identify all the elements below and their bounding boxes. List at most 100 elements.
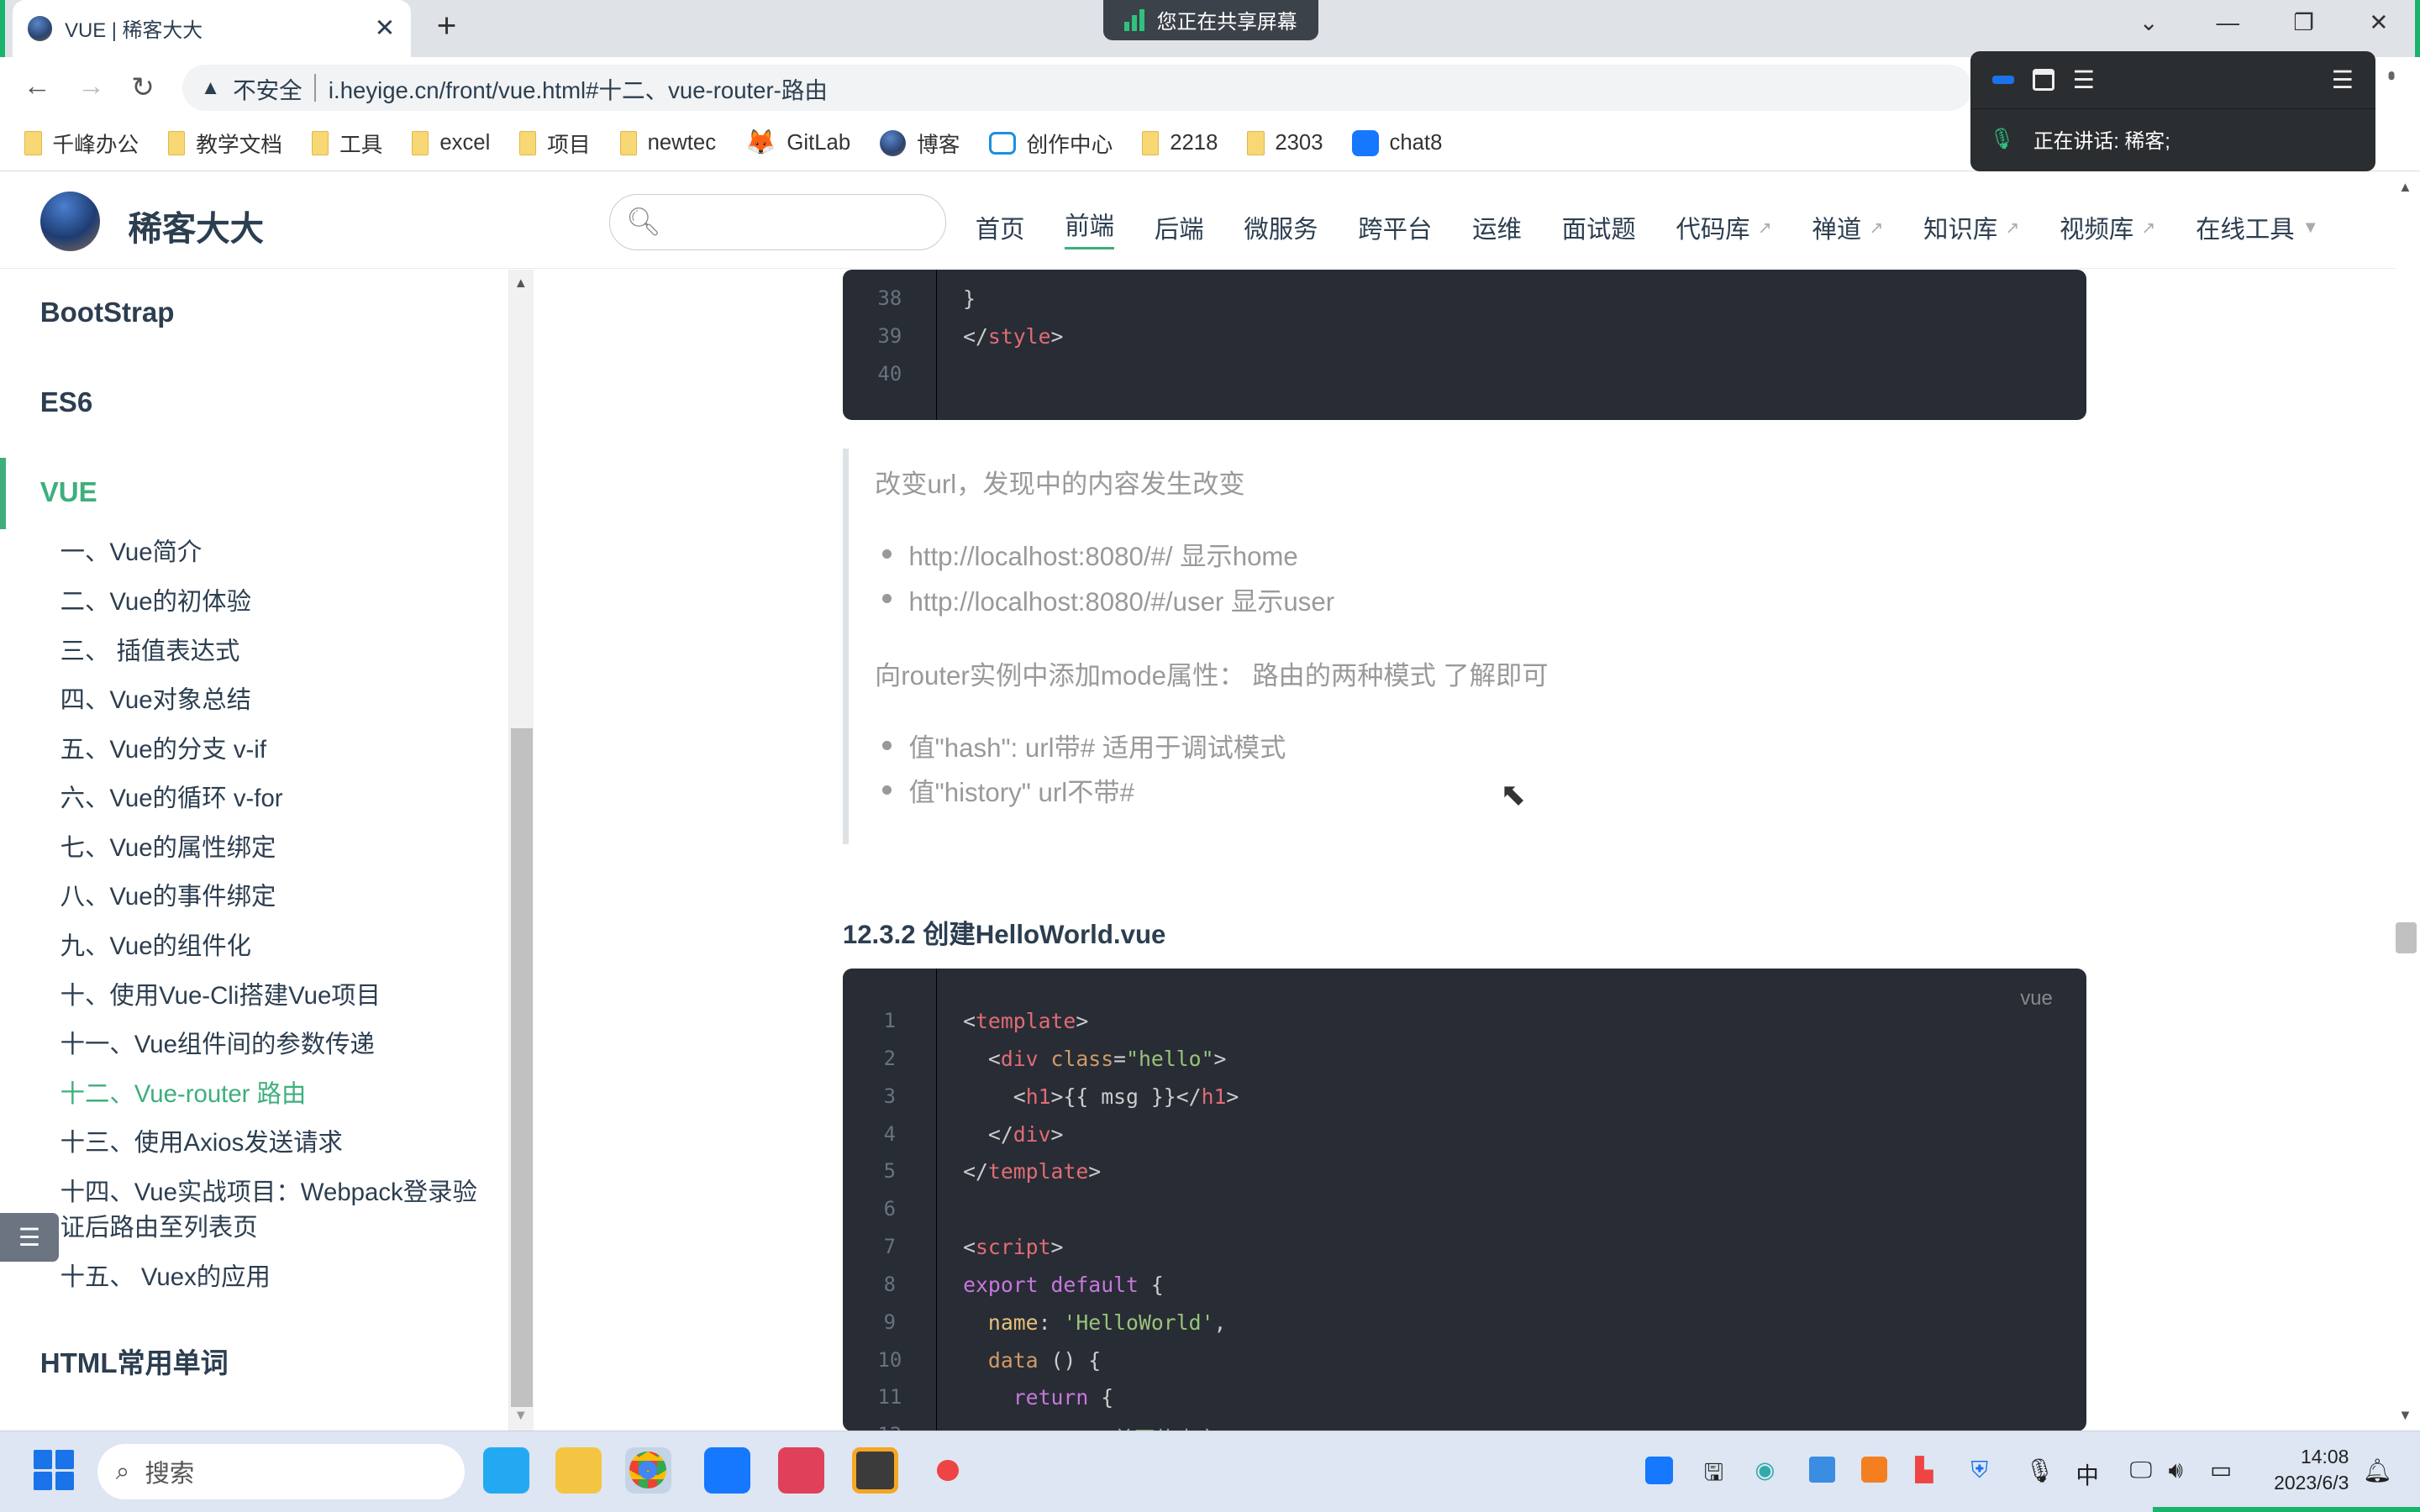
- close-window-icon[interactable]: ✕: [2369, 9, 2388, 36]
- security-label[interactable]: 不安全: [233, 71, 302, 105]
- scroll-down-icon[interactable]: ▼: [514, 1407, 528, 1424]
- scroll-up-icon[interactable]: ▲: [514, 275, 528, 291]
- nav-link[interactable]: 运维: [1472, 207, 1522, 249]
- page-scroll-thumb[interactable]: [2395, 922, 2417, 954]
- network-icon[interactable]: 🖵: [2130, 1457, 2153, 1484]
- lanxin-icon[interactable]: [703, 1446, 750, 1494]
- nav-link[interactable]: 在线工具 ▼: [2196, 207, 2319, 249]
- sidebar-item[interactable]: 十三、使用Axios发送请求: [60, 1126, 485, 1161]
- nav-link[interactable]: 知识库 ↗: [1923, 207, 2019, 249]
- taskbar-search[interactable]: ⌕ 搜索: [97, 1444, 465, 1500]
- volume-icon[interactable]: 🔊︎: [2169, 1457, 2183, 1484]
- sidebar-item[interactable]: 七、Vue的属性绑定: [60, 831, 485, 866]
- bookmark-item[interactable]: 教学文档: [168, 128, 282, 159]
- bookmark-item[interactable]: 千峰办公: [24, 128, 139, 159]
- recorder-icon[interactable]: [936, 1459, 959, 1482]
- sidebar-item[interactable]: 四、Vue对象总结: [60, 683, 485, 718]
- sidebar-group[interactable]: HTML常用单词: [40, 1341, 229, 1381]
- lanxin-tray-icon[interactable]: [1644, 1456, 1673, 1484]
- sidebar-item[interactable]: 二、Vue的初体验: [60, 585, 485, 620]
- line-number: 40: [877, 361, 902, 386]
- sidebar-item[interactable]: 十二、Vue-router 路由: [60, 1077, 485, 1112]
- file-explorer-icon[interactable]: [555, 1446, 602, 1494]
- windows-start-icon[interactable]: [34, 1450, 75, 1491]
- sidebar-item[interactable]: 三、 插值表达式: [60, 634, 485, 669]
- nav-link[interactable]: 前端: [1065, 207, 1115, 249]
- list-icon[interactable]: ☰: [2073, 66, 2095, 95]
- browser-tab[interactable]: VUE | 稀客大大 ✕: [12, 0, 411, 57]
- forward-icon[interactable]: →: [77, 71, 105, 102]
- sidebar-item[interactable]: 六、Vue的循环 v-for: [60, 781, 485, 816]
- site-name[interactable]: 稀客大大: [128, 201, 264, 250]
- bookmark-item[interactable]: 工具: [311, 128, 382, 159]
- sidebar-scroll-thumb[interactable]: [510, 727, 533, 1408]
- nav-link[interactable]: 禅道 ↗: [1812, 207, 1884, 249]
- sidebar-item[interactable]: 一、Vue简介: [60, 535, 485, 570]
- tray-app-icon[interactable]: ◉: [1754, 1457, 1775, 1483]
- sidebar-group[interactable]: ES6: [40, 387, 92, 419]
- battery-icon[interactable]: ▭: [2210, 1457, 2232, 1483]
- bookmark-item[interactable]: 博客: [880, 128, 960, 159]
- address-bar[interactable]: ▲ 不安全 i.heyige.cn/front/vue.html#十二、vue-…: [182, 65, 1973, 112]
- search-input[interactable]: 🔍︎: [609, 194, 946, 250]
- toc-toggle-button[interactable]: ☰: [0, 1212, 59, 1263]
- bookmark-item[interactable]: excel: [412, 130, 490, 155]
- bookmark-item[interactable]: newtec: [619, 130, 716, 155]
- tray-app-icon[interactable]: [1808, 1456, 1835, 1483]
- section-heading: 12.3.2 创建HelloWorld.vue: [842, 920, 1166, 950]
- scroll-up-icon[interactable]: ▲: [2398, 179, 2412, 196]
- menu-kebab-icon[interactable]: •••: [2378, 71, 2402, 75]
- page-scrollbar[interactable]: [2395, 172, 2420, 1431]
- sidebar-item[interactable]: 十四、Vue实战项目：Webpack登录验证后路由至列表页: [60, 1175, 485, 1247]
- url-text[interactable]: i.heyige.cn/front/vue.html#十二、vue-router…: [329, 71, 828, 105]
- bookmark-item[interactable]: 创作中心: [989, 128, 1113, 159]
- restore-icon[interactable]: ❐: [2293, 9, 2314, 36]
- sidebar-item[interactable]: 九、Vue的组件化: [60, 929, 485, 964]
- sidebar-item[interactable]: 五、Vue的分支 v-if: [60, 732, 485, 768]
- sidebar-item[interactable]: 八、Vue的事件绑定: [60, 879, 485, 915]
- expand-panel-icon[interactable]: ☰: [2332, 66, 2354, 95]
- notification-bell-icon[interactable]: 🔔︎: [2363, 1457, 2392, 1484]
- external-link-icon: ↗: [2141, 218, 2156, 238]
- sidebar-group[interactable]: VUE: [40, 477, 97, 509]
- back-icon[interactable]: ←: [24, 71, 51, 102]
- sidebar-item[interactable]: 十五、 Vuex的应用: [60, 1260, 485, 1295]
- nav-link[interactable]: 代码库 ↗: [1676, 207, 1772, 249]
- usb-icon[interactable]: 🖫: [1704, 1457, 1723, 1495]
- bookmark-item[interactable]: 2218: [1142, 130, 1218, 155]
- bookmark-item[interactable]: 2303: [1247, 130, 1323, 155]
- clock[interactable]: 14:08 2023/6/3: [2256, 1444, 2349, 1496]
- sidebar-group[interactable]: BootStrap: [40, 297, 175, 329]
- code-token: div: [1000, 1047, 1039, 1071]
- security-shield-icon[interactable]: ⛨: [1970, 1457, 1988, 1484]
- sublime-icon[interactable]: [851, 1446, 898, 1494]
- minimize-bar-icon[interactable]: [1992, 76, 2014, 84]
- tab-search-chevron-icon[interactable]: ⌄: [2139, 9, 2159, 36]
- microphone-icon[interactable]: 🎙: [1989, 127, 2014, 151]
- sidebar-item[interactable]: 十、使用Vue-Cli搭建Vue项目: [60, 979, 485, 1014]
- nav-link[interactable]: 跨平台: [1358, 207, 1432, 249]
- tray-app-icon[interactable]: [1861, 1456, 1888, 1483]
- scroll-down-icon[interactable]: ▼: [2398, 1407, 2412, 1424]
- bookmark-item[interactable]: 项目: [519, 128, 591, 159]
- screen-share-banner[interactable]: 您正在共享屏幕: [1103, 0, 1318, 40]
- ime-indicator[interactable]: 中: [2075, 1457, 2099, 1490]
- chrome-icon[interactable]: [624, 1446, 671, 1494]
- minimize-icon[interactable]: —: [2217, 9, 2240, 36]
- intellij-icon[interactable]: [777, 1446, 824, 1494]
- new-tab-button[interactable]: +: [437, 6, 457, 45]
- nav-link[interactable]: 后端: [1155, 207, 1204, 249]
- bookmark-item[interactable]: chat8: [1352, 129, 1442, 156]
- window-icon[interactable]: [2032, 69, 2054, 91]
- close-tab-icon[interactable]: ✕: [375, 13, 396, 43]
- nav-link[interactable]: 首页: [976, 207, 1025, 249]
- vscode-icon[interactable]: [482, 1446, 529, 1494]
- tray-app-icon[interactable]: ▙: [1915, 1457, 1933, 1483]
- reload-icon[interactable]: ↻: [131, 71, 155, 104]
- nav-link[interactable]: 微服务: [1244, 207, 1318, 249]
- bookmark-item[interactable]: 🦊 GitLab: [745, 129, 850, 157]
- nav-link[interactable]: 视频库 ↗: [2060, 207, 2155, 249]
- microphone-icon[interactable]: 🎙︎: [2025, 1457, 2054, 1484]
- nav-link[interactable]: 面试题: [1562, 207, 1636, 249]
- sidebar-item[interactable]: 十一、Vue组件间的参数传递: [60, 1027, 485, 1063]
